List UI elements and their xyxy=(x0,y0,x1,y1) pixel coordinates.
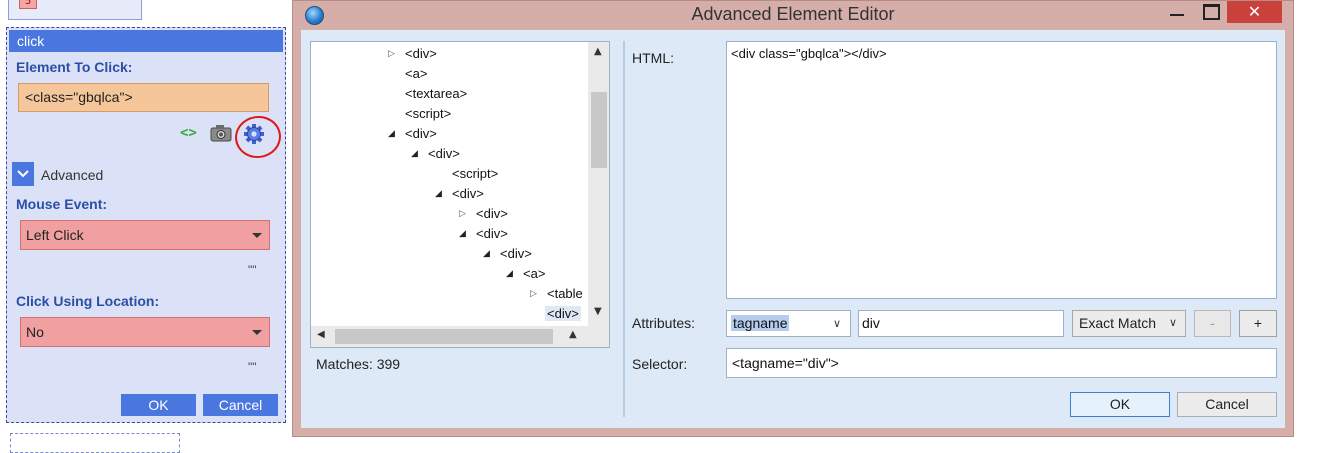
tree-expanded-icon[interactable]: ◢ xyxy=(483,249,490,259)
tree-node[interactable]: <a> xyxy=(523,266,545,281)
minimize-button[interactable] xyxy=(1159,1,1193,23)
mouse-event-value: Left Click xyxy=(26,227,84,243)
click-using-location-label: Click Using Location: xyxy=(16,293,160,309)
click-action-panel: click Element To Click: <class="gbqlca">… xyxy=(6,27,286,423)
close-button[interactable]: ✕ xyxy=(1227,1,1282,23)
tree-node[interactable]: <div> xyxy=(452,186,484,201)
vertical-scrollbar[interactable]: ▲ ▼ xyxy=(588,42,609,326)
click-using-location-select[interactable]: No xyxy=(20,317,270,347)
next-action-block[interactable] xyxy=(10,433,180,453)
previous-action-block[interactable]: 5 xyxy=(8,0,142,20)
element-to-click-label: Element To Click: xyxy=(16,59,133,75)
element-tree[interactable]: ▷ <div> <a> <textarea> <script> ◢ <div> ◢ <div> <… xyxy=(310,41,610,348)
panel-ok-button[interactable]: OK xyxy=(121,394,196,416)
tree-node[interactable]: <script> xyxy=(452,166,498,181)
html-textarea[interactable]: <div class="gbqlca"></div> xyxy=(726,41,1277,299)
scroll-thumb[interactable] xyxy=(335,329,553,344)
dropdown-arrow-icon xyxy=(252,330,262,335)
tree-node[interactable]: <div> xyxy=(476,206,508,221)
chevron-down-icon: ∨ xyxy=(1169,317,1178,329)
tree-node[interactable]: <div> xyxy=(405,46,437,61)
code-icon[interactable]: <> xyxy=(180,125,197,141)
match-mode-value: Exact Match xyxy=(1079,315,1157,331)
panel-cancel-button[interactable]: Cancel xyxy=(203,394,278,416)
remove-attribute-button[interactable]: - xyxy=(1194,310,1231,337)
tree-expanded-icon[interactable]: ◢ xyxy=(435,189,442,199)
advanced-label: Advanced xyxy=(41,167,104,183)
tree-collapsed-icon[interactable]: ▷ xyxy=(530,289,537,299)
scroll-up-icon[interactable]: ▲ xyxy=(594,46,602,57)
tree-node[interactable]: <table xyxy=(547,286,583,301)
panel-divider[interactable] xyxy=(623,41,625,417)
element-to-click-field[interactable]: <class="gbqlca"> xyxy=(18,83,269,112)
scroll-right-icon[interactable]: ▲ xyxy=(569,329,577,340)
attributes-label: Attributes: xyxy=(632,315,696,331)
mouse-event-label: Mouse Event: xyxy=(16,196,108,212)
dialog-body: ▷ <div> <a> <textarea> <script> ◢ <div> ◢ <div> <… xyxy=(301,30,1285,428)
tree-collapsed-icon[interactable]: ▷ xyxy=(388,49,395,59)
advanced-element-editor-dialog: Advanced Element Editor ✕ ▷ <div> <a> <text… xyxy=(292,0,1294,437)
click-location-extra-value[interactable]: "" xyxy=(248,360,257,374)
tree-expanded-icon[interactable]: ◢ xyxy=(388,129,395,139)
chevron-down-icon: ∨ xyxy=(833,317,842,330)
chevron-down-icon xyxy=(17,170,29,178)
action-title[interactable]: click xyxy=(9,30,283,52)
mouse-event-select[interactable]: Left Click xyxy=(20,220,270,250)
tree-node[interactable]: <div> xyxy=(545,306,581,321)
tree-expanded-icon[interactable]: ◢ xyxy=(459,229,466,239)
match-mode-select[interactable]: Exact Match ∨ xyxy=(1072,310,1186,337)
dropdown-arrow-icon xyxy=(252,233,262,238)
tree-expanded-icon[interactable]: ◢ xyxy=(411,149,418,159)
selector-field[interactable]: <tagname="div"> xyxy=(726,348,1277,378)
matches-count: Matches: 399 xyxy=(316,356,401,372)
scroll-thumb[interactable] xyxy=(591,92,607,168)
dialog-title: Advanced Element Editor xyxy=(691,4,895,24)
horizontal-scrollbar[interactable]: ◀ ▲ xyxy=(311,326,588,347)
click-using-location-value: No xyxy=(26,324,44,340)
ok-button[interactable]: OK xyxy=(1070,392,1170,417)
tree-node[interactable]: <script> xyxy=(405,106,451,121)
tree-node[interactable]: <textarea> xyxy=(405,86,467,101)
attribute-name-select[interactable]: tagname ∨ xyxy=(726,310,851,337)
attribute-name-value: tagname xyxy=(731,315,790,331)
workflow-canvas: 5 click Element To Click: <class="gbqlca… xyxy=(0,0,292,453)
scrollbar-corner xyxy=(588,326,609,347)
scroll-left-icon[interactable]: ◀ xyxy=(317,329,325,340)
camera-icon[interactable] xyxy=(210,124,232,142)
close-icon: ✕ xyxy=(1247,2,1262,21)
cancel-button[interactable]: Cancel xyxy=(1177,392,1277,417)
tree-node[interactable]: <div> xyxy=(476,226,508,241)
advanced-toggle-button[interactable] xyxy=(12,162,34,186)
step-number-badge: 5 xyxy=(19,0,37,9)
add-attribute-button[interactable]: + xyxy=(1239,310,1277,337)
tree-node[interactable]: <div> xyxy=(500,246,532,261)
tree-node[interactable]: <div> xyxy=(405,126,437,141)
tree-expanded-icon[interactable]: ◢ xyxy=(506,269,513,279)
annotation-circle xyxy=(232,113,284,161)
attribute-value-field[interactable]: div xyxy=(858,310,1064,337)
html-label: HTML: xyxy=(632,50,674,66)
mouse-event-extra-value[interactable]: "" xyxy=(248,263,257,277)
tree-node[interactable]: <div> xyxy=(428,146,460,161)
maximize-button[interactable] xyxy=(1193,1,1227,23)
title-bar[interactable]: Advanced Element Editor ✕ xyxy=(293,1,1293,30)
tree-collapsed-icon[interactable]: ▷ xyxy=(459,209,466,219)
selector-label: Selector: xyxy=(632,356,688,372)
scroll-down-icon[interactable]: ▼ xyxy=(594,306,602,317)
tree-node[interactable]: <a> xyxy=(405,66,427,81)
